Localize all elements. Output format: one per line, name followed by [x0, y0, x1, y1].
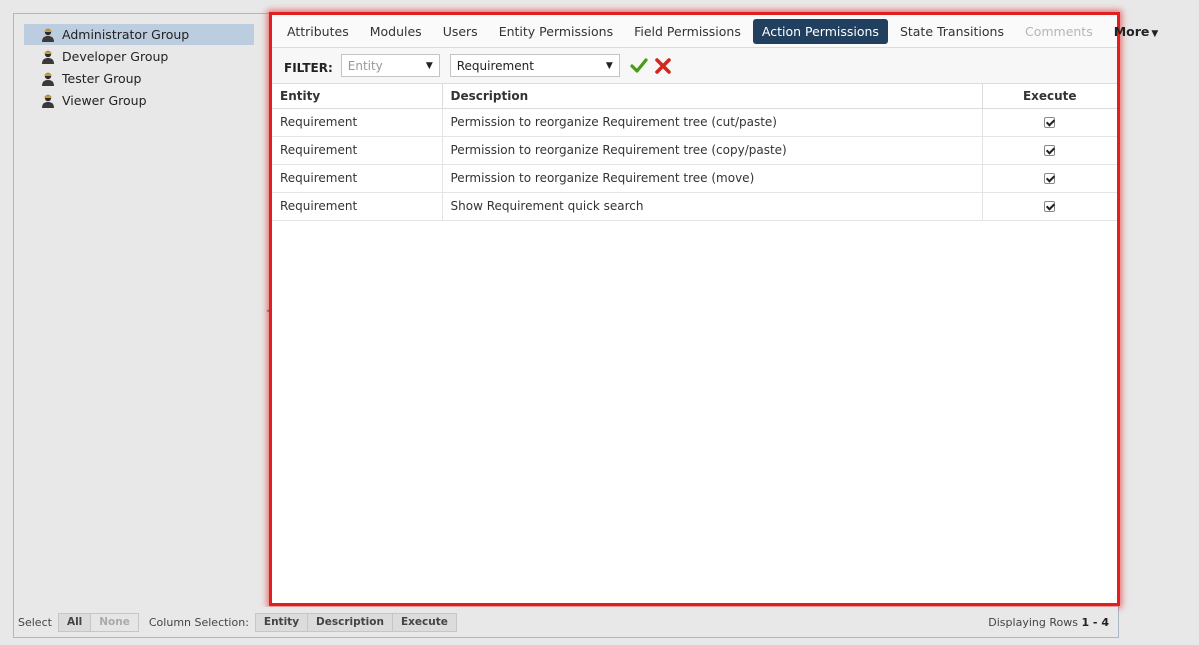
tab-more[interactable]: More ▼	[1105, 19, 1168, 44]
filter-bar: FILTER: Entity ▼ Requirement ▼	[272, 48, 1117, 84]
rows-display-prefix: Displaying Rows	[988, 615, 1078, 629]
cell-execute	[982, 108, 1117, 137]
tab-comments: Comments	[1024, 23, 1093, 39]
tree-item-administrator-group[interactable]: Administrator Group	[24, 24, 254, 45]
entity-filter-placeholder: Entity	[347, 58, 383, 73]
column-header-description[interactable]: Description	[442, 84, 983, 109]
tree-item-developer-group[interactable]: Developer Group	[24, 46, 254, 67]
user-group-icon	[42, 28, 54, 42]
filter-label: FILTER:	[284, 60, 333, 75]
execute-checkbox[interactable]	[1044, 201, 1056, 212]
cell-entity: Requirement	[272, 164, 443, 193]
group-tree-panel: Administrator Group Developer Group Test…	[14, 14, 266, 604]
select-button-group: All None	[57, 612, 139, 632]
cell-entity: Requirement	[272, 136, 443, 165]
action-permissions-table: Entity Description Execute Requirement P…	[272, 84, 1117, 221]
tab-state-transitions[interactable]: State Transitions	[891, 19, 1013, 44]
tree-item-label: Viewer Group	[62, 93, 147, 108]
tab-attributes[interactable]: Attributes	[278, 19, 358, 44]
dropdown-arrow-icon: ▼	[425, 60, 433, 71]
tab-users[interactable]: Users	[434, 19, 487, 44]
table-row[interactable]: Requirement Permission to reorganize Req…	[272, 108, 1117, 137]
column-toggle-description[interactable]: Description	[308, 612, 393, 632]
cell-execute	[982, 164, 1117, 193]
cell-execute	[982, 192, 1117, 221]
execute-checkbox[interactable]	[1044, 117, 1056, 128]
tree-item-label: Developer Group	[62, 49, 169, 64]
select-label: Select	[18, 615, 52, 629]
table-row[interactable]: Requirement Permission to reorganize Req…	[272, 136, 1117, 165]
cell-execute	[982, 136, 1117, 165]
column-header-execute[interactable]: Execute	[982, 84, 1117, 109]
column-selection-label: Column Selection:	[148, 615, 249, 629]
tab-modules[interactable]: Modules	[361, 19, 431, 44]
entity-value-select[interactable]: Requirement ▼	[449, 54, 620, 77]
tree-item-label: Tester Group	[62, 71, 142, 86]
table-header-row: Entity Description Execute	[272, 84, 1117, 109]
tree-item-tester-group[interactable]: Tester Group	[24, 68, 254, 89]
caret-down-icon: ▼	[1151, 28, 1159, 39]
column-header-entity[interactable]: Entity	[272, 84, 443, 109]
entity-filter-select[interactable]: Entity ▼	[340, 54, 440, 77]
more-tab-label: More	[1113, 23, 1150, 39]
table-row[interactable]: Requirement Show Requirement quick searc…	[272, 192, 1117, 221]
cell-description: Permission to reorganize Requirement tre…	[442, 108, 983, 137]
column-selection-group: Entity Description Execute	[254, 612, 457, 632]
tree-item-label: Administrator Group	[62, 27, 190, 42]
cell-description: Show Requirement quick search	[442, 192, 983, 221]
bottom-toolbar: Select All None Column Selection: Entity…	[14, 607, 1118, 637]
rows-display-info: Displaying Rows 1 - 4	[988, 616, 1109, 629]
cell-entity: Requirement	[272, 108, 443, 137]
user-group-icon	[42, 94, 54, 108]
user-group-icon	[42, 72, 54, 86]
cell-description: Permission to reorganize Requirement tre…	[442, 164, 983, 193]
clear-filter-x-icon[interactable]	[654, 57, 672, 75]
tab-entity-permissions[interactable]: Entity Permissions	[490, 19, 622, 44]
execute-checkbox[interactable]	[1044, 173, 1056, 184]
select-all-button[interactable]: All	[57, 612, 92, 632]
cell-entity: Requirement	[272, 192, 443, 221]
permissions-panel: Attributes Modules Users Entity Permissi…	[269, 12, 1158, 606]
table-row[interactable]: Requirement Permission to reorganize Req…	[272, 164, 1117, 193]
user-group-icon	[42, 50, 54, 64]
execute-checkbox[interactable]	[1044, 145, 1056, 156]
select-none-button[interactable]: None	[91, 612, 139, 632]
apply-filter-checkmark-icon[interactable]	[630, 57, 648, 75]
column-toggle-entity[interactable]: Entity	[254, 612, 309, 632]
tab-field-permissions[interactable]: Field Permissions	[625, 19, 750, 44]
column-toggle-execute[interactable]: Execute	[392, 612, 457, 632]
dropdown-arrow-icon: ▼	[605, 60, 613, 71]
cell-description: Permission to reorganize Requirement tre…	[442, 136, 983, 165]
tree-item-viewer-group[interactable]: Viewer Group	[24, 90, 254, 111]
entity-value-text: Requirement	[456, 58, 534, 73]
tab-action-permissions[interactable]: Action Permissions	[752, 18, 888, 44]
rows-display-range: 1 - 4	[1081, 615, 1109, 629]
tab-bar: Attributes Modules Users Entity Permissi…	[272, 15, 1158, 48]
